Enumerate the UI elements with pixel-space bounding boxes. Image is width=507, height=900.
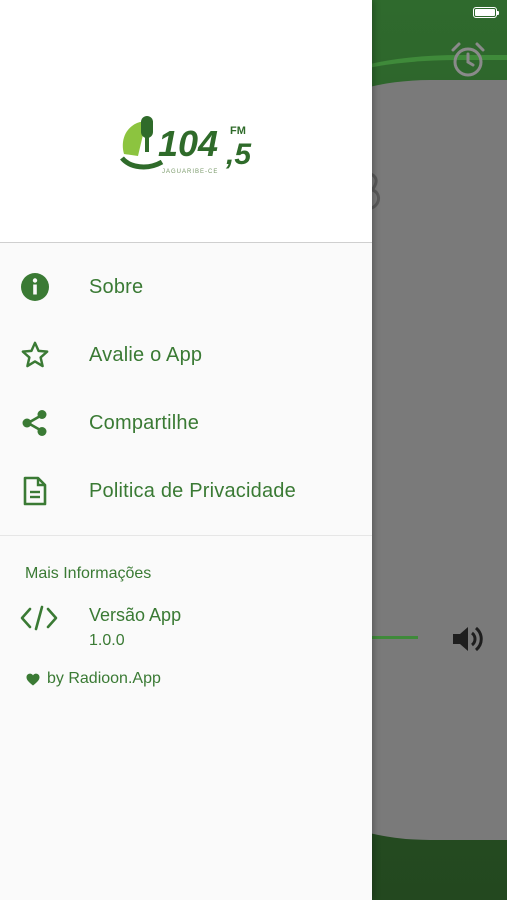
drawer-menu: Sobre Avalie o App Compartilhe Politica … xyxy=(0,243,372,525)
app-version-row: Versão App 1.0.0 xyxy=(0,605,372,650)
battery-icon xyxy=(473,7,499,18)
svg-text:FM: FM xyxy=(230,125,246,137)
navigation-drawer: 104 ,5 FM JAGUARIBE-CE Sobre Avalie o Ap… xyxy=(0,0,372,900)
menu-item-politica[interactable]: Politica de Privacidade xyxy=(0,457,372,525)
share-icon xyxy=(20,408,50,438)
volume-icon[interactable] xyxy=(450,624,484,654)
document-icon xyxy=(20,476,50,506)
version-value: 1.0.0 xyxy=(89,632,125,649)
version-label: Versão App xyxy=(89,605,182,625)
heart-icon xyxy=(26,673,40,685)
drawer-header: 104 ,5 FM JAGUARIBE-CE xyxy=(0,0,372,243)
credit-link[interactable]: by Radioon.App xyxy=(26,670,372,688)
menu-item-sobre[interactable]: Sobre xyxy=(0,253,372,321)
svg-text:104: 104 xyxy=(158,123,218,164)
menu-item-label: Politica de Privacidade xyxy=(89,479,296,502)
alarm-clock-icon[interactable] xyxy=(448,40,488,80)
station-logo: 104 ,5 FM JAGUARIBE-CE xyxy=(120,116,252,175)
status-bar xyxy=(0,0,507,24)
svg-text:,5: ,5 xyxy=(225,138,252,171)
menu-item-avalie[interactable]: Avalie o App xyxy=(0,321,372,389)
volume-slider[interactable] xyxy=(372,636,418,639)
code-icon xyxy=(20,605,58,631)
star-icon xyxy=(20,340,50,370)
microphone-logo-icon xyxy=(120,116,164,170)
more-info-section: Mais Informações Versão App 1.0.0 by Rad… xyxy=(0,565,372,688)
svg-text:JAGUARIBE-CE: JAGUARIBE-CE xyxy=(162,169,218,175)
menu-divider xyxy=(0,535,372,536)
more-info-title: Mais Informações xyxy=(25,565,152,582)
menu-item-compartilhe[interactable]: Compartilhe xyxy=(0,389,372,457)
menu-item-label: Avalie o App xyxy=(89,343,203,366)
menu-item-label: Compartilhe xyxy=(89,411,200,434)
info-icon xyxy=(20,272,50,302)
menu-item-label: Sobre xyxy=(89,275,144,298)
credit-text: by Radioon.App xyxy=(47,670,161,687)
